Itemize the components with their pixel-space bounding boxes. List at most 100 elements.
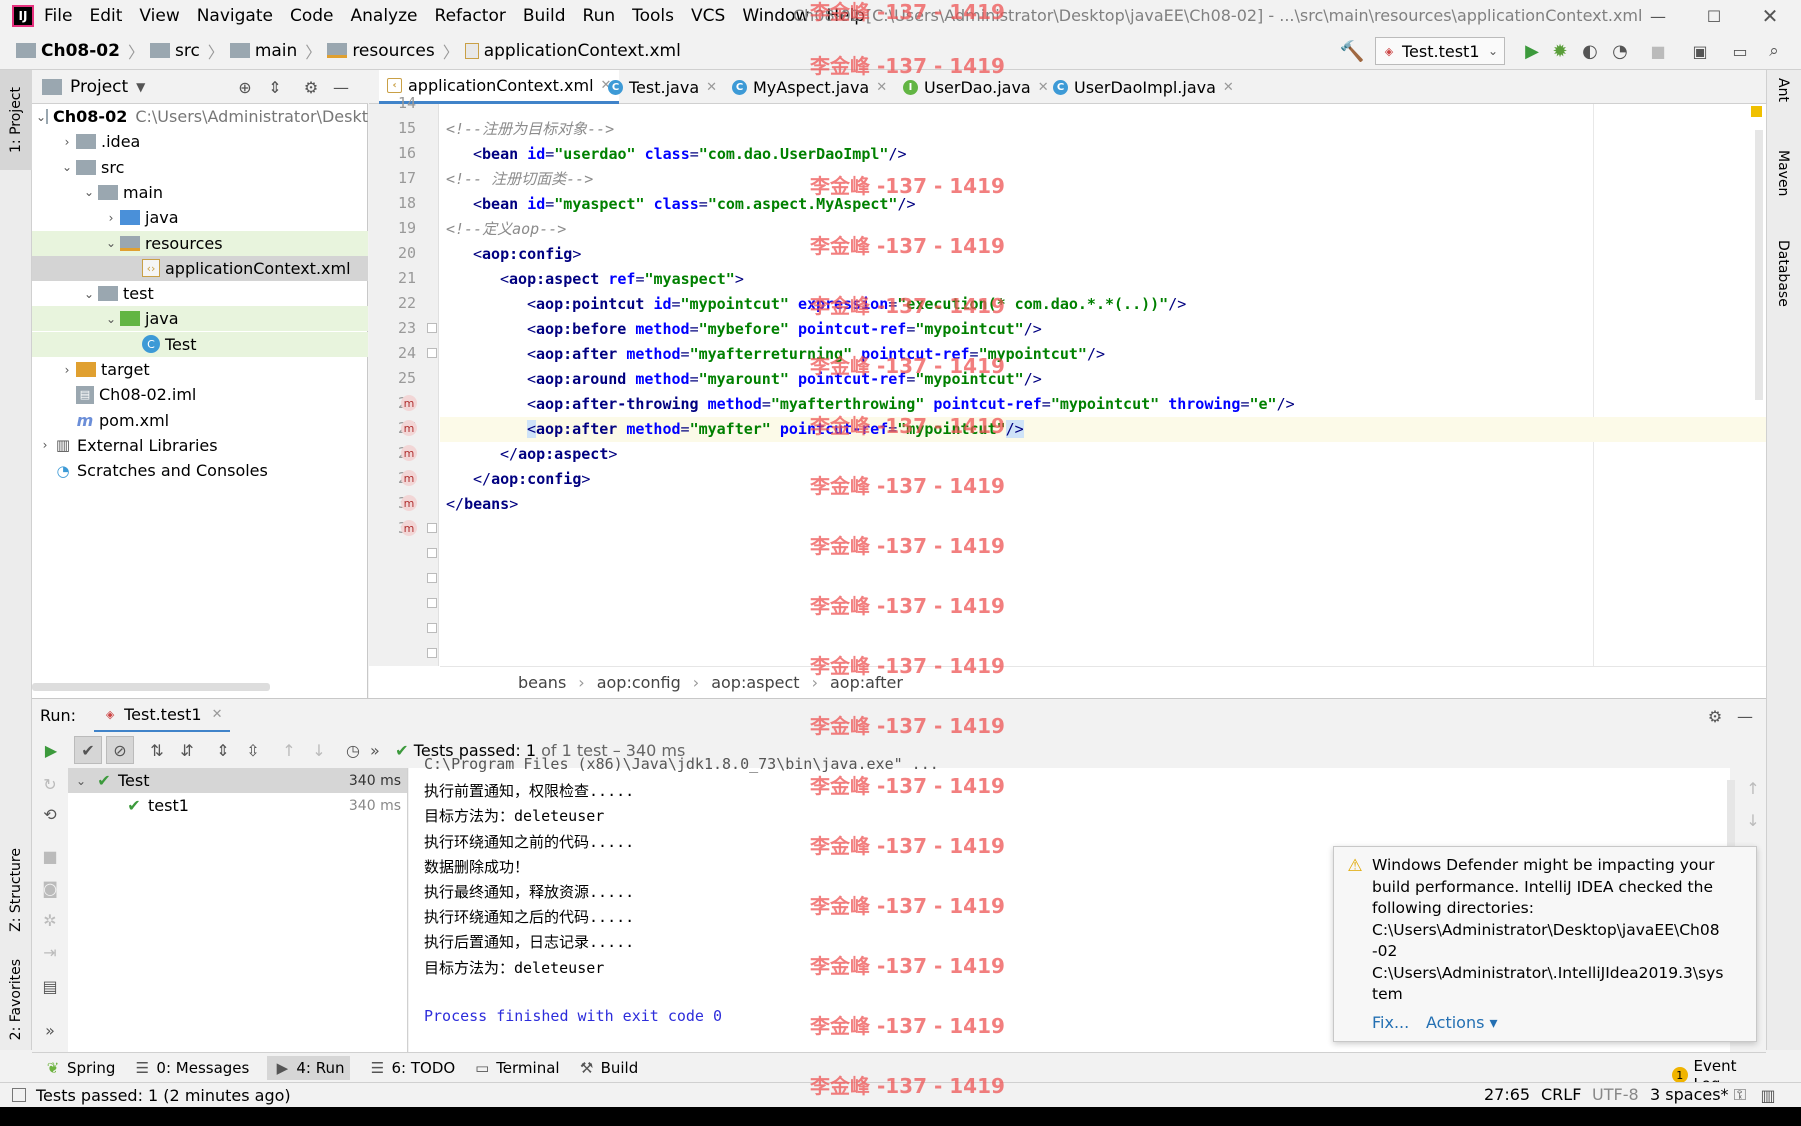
build-hammer-icon[interactable]: 🔨 bbox=[1340, 39, 1365, 63]
run-icon[interactable]: ▶ bbox=[1520, 39, 1544, 63]
tree-item[interactable]: ⌄ test bbox=[32, 281, 368, 306]
test-row-class[interactable]: ⌄ ✔ Test 340 ms bbox=[68, 768, 407, 793]
fold-marker-icon[interactable] bbox=[427, 573, 437, 583]
code-area[interactable]: <!--注册为目标对象--> <bean id="userdao" class=… bbox=[440, 104, 1766, 666]
menu-edit[interactable]: Edit bbox=[89, 6, 122, 26]
menu-build[interactable]: Build bbox=[523, 6, 566, 26]
file-encoding[interactable]: UTF-8 bbox=[1592, 1085, 1639, 1104]
tree-item[interactable]: › ▥ External Libraries bbox=[32, 433, 368, 458]
editor-tab[interactable]: C UserDaoImpl.java ✕ bbox=[1045, 70, 1242, 104]
breadcrumb-file[interactable]: applicationContext.xml bbox=[464, 41, 681, 61]
coverage-icon[interactable]: ◐ bbox=[1578, 39, 1602, 63]
project-view-title[interactable]: Project bbox=[70, 77, 128, 97]
tree-item[interactable]: C Test bbox=[32, 331, 368, 357]
editor-tab[interactable]: I UserDao.java ✕ bbox=[895, 70, 1057, 104]
import-icon[interactable]: ⇥ bbox=[38, 940, 62, 964]
arrow-up-icon[interactable]: ↑ bbox=[274, 741, 304, 760]
chevron-down-icon[interactable]: ⌄ bbox=[80, 287, 98, 301]
crumb-aop-after[interactable]: aop:after bbox=[830, 673, 903, 692]
close-icon[interactable]: ✕ bbox=[1742, 0, 1798, 32]
indent-setting[interactable]: 3 spaces* bbox=[1650, 1085, 1729, 1104]
run-config-dropdown[interactable]: ◈ Test.test1 ⌄ bbox=[1375, 37, 1505, 65]
status-toggle-icon[interactable] bbox=[12, 1088, 26, 1102]
history-icon[interactable]: ◷ bbox=[338, 741, 368, 760]
stop-icon[interactable]: ■ bbox=[1646, 39, 1670, 63]
tree-item[interactable]: › java bbox=[32, 205, 368, 230]
inspection-indicator[interactable] bbox=[1751, 106, 1762, 117]
toggle-auto-test-icon[interactable]: ⟲ bbox=[38, 802, 62, 826]
crumb-aop-config[interactable]: aop:config bbox=[597, 673, 681, 692]
breadcrumb-main[interactable]: main bbox=[229, 41, 297, 61]
close-icon[interactable]: ✕ bbox=[1223, 80, 1234, 95]
hide-icon[interactable]: — bbox=[330, 76, 352, 98]
camera-icon[interactable]: ◙ bbox=[38, 876, 62, 900]
crumb-aop-aspect[interactable]: aop:aspect bbox=[711, 673, 799, 692]
aop-advice-icon[interactable]: m bbox=[401, 495, 417, 511]
fix-link[interactable]: Fix... bbox=[1372, 1013, 1409, 1032]
memory-icon[interactable]: ▥ bbox=[1760, 1086, 1776, 1105]
menu-refactor[interactable]: Refactor bbox=[435, 6, 506, 26]
sort-duration-icon[interactable]: ⇵ bbox=[172, 741, 202, 760]
chevron-down-icon[interactable]: ⌄ bbox=[36, 110, 46, 124]
search-icon[interactable]: ⌕ bbox=[1762, 39, 1786, 63]
expand-all-icon[interactable]: ⇕ bbox=[208, 741, 238, 760]
tree-item[interactable]: ⌄ resources bbox=[32, 230, 368, 256]
chevron-down-icon[interactable]: ⌄ bbox=[102, 236, 120, 250]
rerun-icon[interactable]: ▶ bbox=[36, 741, 66, 760]
fold-marker-icon[interactable] bbox=[427, 648, 437, 658]
menu-navigate[interactable]: Navigate bbox=[197, 6, 273, 26]
chevron-down-icon[interactable]: ⌄ bbox=[58, 160, 76, 174]
tree-item[interactable]: ▤ Ch08-02.iml bbox=[32, 382, 368, 407]
chevron-right-icon[interactable]: › bbox=[36, 438, 54, 452]
crumb-beans[interactable]: beans bbox=[518, 673, 566, 692]
fold-marker-icon[interactable] bbox=[427, 523, 437, 533]
chevron-down-icon[interactable]: ⌄ bbox=[102, 312, 120, 326]
breadcrumb-project[interactable]: Ch08-02 bbox=[16, 41, 120, 61]
menu-tools[interactable]: Tools bbox=[632, 6, 674, 26]
tree-item[interactable]: ⌄ src bbox=[32, 155, 368, 180]
fold-marker-icon[interactable] bbox=[427, 598, 437, 608]
fold-marker-icon[interactable] bbox=[427, 623, 437, 633]
caret-position[interactable]: 27:65 bbox=[1484, 1085, 1530, 1104]
menu-file[interactable]: File bbox=[44, 6, 72, 26]
tree-item[interactable]: ⌄ main bbox=[32, 180, 368, 205]
tool-window-terminal[interactable]: ▭ Terminal bbox=[473, 1059, 560, 1077]
tool-window-todo[interactable]: ☰ 6: TODO bbox=[368, 1059, 455, 1077]
show-ignored-icon[interactable]: ⊘ bbox=[106, 736, 134, 764]
hide-icon[interactable]: — bbox=[1734, 705, 1756, 727]
collapse-all-icon[interactable]: ⇕ bbox=[264, 76, 286, 98]
scroll-down-icon[interactable]: ↓ bbox=[1743, 810, 1763, 830]
menu-analyze[interactable]: Analyze bbox=[351, 6, 418, 26]
tree-item[interactable]: › .idea bbox=[32, 129, 368, 154]
aop-advice-icon[interactable]: m bbox=[401, 420, 417, 436]
chevron-right-icon[interactable]: › bbox=[58, 363, 76, 377]
horizontal-scrollbar[interactable] bbox=[32, 683, 270, 691]
run-tab[interactable]: ◈ Test.test1 ✕ bbox=[94, 699, 231, 733]
more-icon[interactable]: » bbox=[38, 1018, 62, 1042]
tree-item[interactable]: ‹› applicationContext.xml bbox=[32, 255, 368, 281]
stop-icon[interactable]: ■ bbox=[38, 844, 62, 868]
project-structure-icon[interactable]: ▣ bbox=[1688, 39, 1712, 63]
breadcrumb-src[interactable]: src bbox=[149, 41, 200, 61]
menu-view[interactable]: View bbox=[139, 6, 179, 26]
editor-tab[interactable]: C MyAspect.java ✕ bbox=[724, 70, 895, 104]
aop-advice-icon[interactable]: m bbox=[401, 395, 417, 411]
show-passed-icon[interactable]: ✔ bbox=[74, 736, 102, 764]
menu-vcs[interactable]: VCS bbox=[691, 6, 725, 26]
actions-link[interactable]: Actions ▾ bbox=[1426, 1013, 1498, 1032]
tree-item[interactable]: m pom.xml bbox=[32, 408, 368, 433]
lock-icon[interactable]: ⚿ bbox=[1732, 1085, 1748, 1104]
maven-tool-button[interactable]: Maven bbox=[1775, 150, 1791, 200]
close-icon[interactable]: ✕ bbox=[706, 80, 717, 95]
menu-code[interactable]: Code bbox=[290, 6, 334, 26]
scroll-up-icon[interactable]: ↑ bbox=[1743, 778, 1763, 798]
sort-alpha-icon[interactable]: ⇅ bbox=[142, 741, 172, 760]
debug-icon[interactable]: ✹ bbox=[1548, 39, 1572, 63]
aop-advice-icon[interactable]: m bbox=[401, 520, 417, 536]
ant-tool-button[interactable]: Ant bbox=[1775, 78, 1791, 106]
close-icon[interactable]: ✕ bbox=[212, 707, 223, 722]
favorites-tool-button[interactable]: 2: Favorites bbox=[0, 940, 32, 1060]
layout-icon[interactable]: ▤ bbox=[38, 974, 62, 998]
database-tool-button[interactable]: Database bbox=[1775, 240, 1791, 311]
layout-icon[interactable]: ▭ bbox=[1728, 39, 1752, 63]
